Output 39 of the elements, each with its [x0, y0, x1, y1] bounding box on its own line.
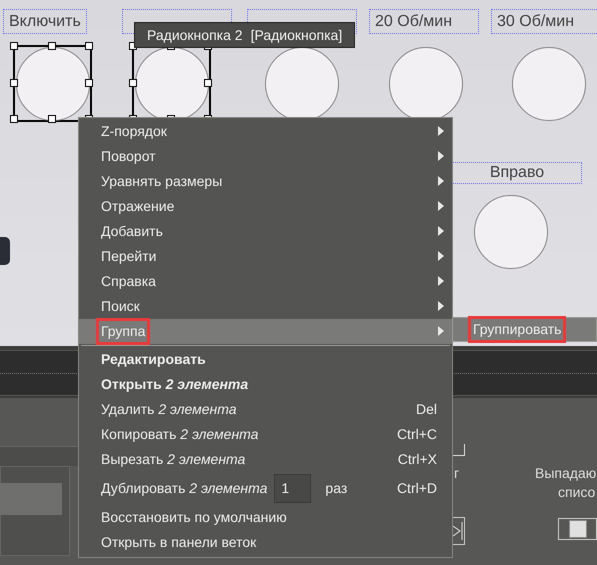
- submenu-arrow-icon: [438, 151, 444, 161]
- panel-text: г: [454, 464, 460, 483]
- menu-item[interactable]: Дублировать 2 элемента 1 раз Ctrl+D: [79, 472, 452, 505]
- menu-item[interactable]: Удалить 2 элемента Del: [79, 397, 452, 422]
- menu-item[interactable]: Редактировать: [79, 347, 452, 372]
- menu-item[interactable]: Восстановить по умолчанию: [79, 505, 452, 530]
- tooltip-type: [Радиокнопка]: [250, 26, 342, 45]
- submenu-item[interactable]: Группировать: [452, 317, 597, 342]
- menu-item[interactable]: Поворот: [79, 144, 452, 169]
- submenu-arrow-icon: [438, 126, 444, 136]
- panel-text: списо: [558, 483, 596, 502]
- menu-item[interactable]: Перейти: [79, 244, 452, 269]
- menu-item[interactable]: Вырезать 2 элемента Ctrl+X: [79, 447, 452, 472]
- radio-label: 30 Об/мин: [491, 9, 597, 34]
- menu-item[interactable]: Поиск: [79, 294, 452, 319]
- menu-item[interactable]: Группа: [79, 319, 452, 344]
- submenu-arrow-icon: [438, 201, 444, 211]
- menu-item[interactable]: Открыть 2 элемента: [79, 372, 452, 397]
- submenu-arrow-icon: [438, 251, 444, 261]
- panel-text: Выпадаю: [535, 464, 596, 483]
- toggle-switch[interactable]: [558, 518, 597, 540]
- submenu-arrow-icon: [438, 326, 444, 336]
- menu-item[interactable]: Добавить: [79, 219, 452, 244]
- dark-shape: [0, 237, 10, 265]
- menu-item[interactable]: Z-порядок: [79, 119, 452, 144]
- tooltip-title: Радиокнопка 2: [147, 26, 243, 45]
- menu-item[interactable]: Уравнять размеры: [79, 169, 452, 194]
- submenu-arrow-icon: [438, 276, 444, 286]
- count-field[interactable]: 1: [274, 474, 312, 503]
- menu-item[interactable]: Отражение: [79, 194, 452, 219]
- submenu-arrow-icon: [438, 301, 444, 311]
- radio-button[interactable]: [13, 45, 92, 122]
- radio-label: Включить: [3, 9, 87, 34]
- submenu-arrow-icon: [438, 176, 444, 186]
- menu-item[interactable]: Справка: [79, 269, 452, 294]
- submenu-arrow-icon: [438, 226, 444, 236]
- menu-item[interactable]: Копировать 2 элемента Ctrl+C: [79, 422, 452, 447]
- menu-item[interactable]: Открыть в панели веток: [79, 530, 452, 555]
- radio-label: 20 Об/мин: [369, 9, 479, 34]
